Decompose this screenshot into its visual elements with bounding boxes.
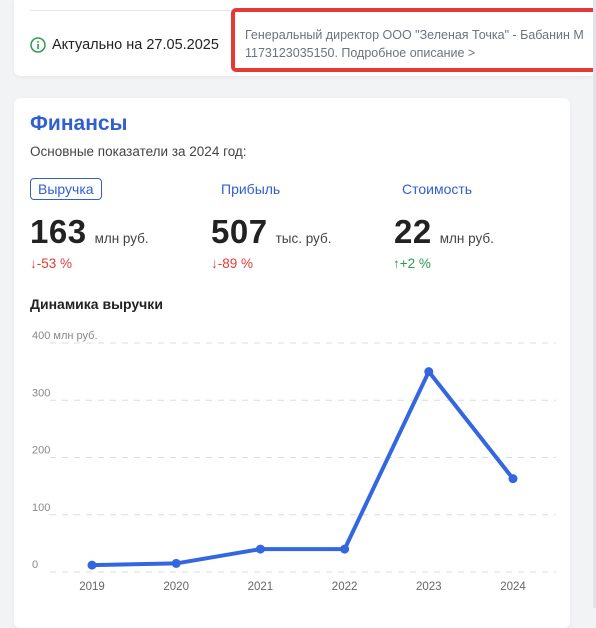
x-tick-label: 2021 xyxy=(248,581,274,593)
x-tick-label: 2022 xyxy=(332,581,358,593)
x-tick-label: 2019 xyxy=(79,581,105,593)
data-point[interactable] xyxy=(255,544,265,554)
y-tick-label: 0 xyxy=(32,559,38,571)
data-point[interactable] xyxy=(424,367,434,377)
y-tick-label: 300 xyxy=(32,387,50,399)
revenue-chart: 0 100 200 300 400 млн руб. 2019 2020 2021 2022 20… xyxy=(32,330,556,593)
y-tick-label: 400 млн руб. xyxy=(32,330,98,342)
x-tick-label: 2024 xyxy=(500,581,526,593)
data-point[interactable] xyxy=(508,474,518,484)
data-point[interactable] xyxy=(340,544,350,554)
x-tick-label: 2020 xyxy=(163,581,189,593)
y-tick-label: 100 xyxy=(32,502,50,514)
data-point[interactable] xyxy=(87,560,97,570)
y-tick-label: 200 xyxy=(32,445,50,457)
data-point[interactable] xyxy=(171,558,181,568)
x-tick-label: 2023 xyxy=(416,581,442,593)
